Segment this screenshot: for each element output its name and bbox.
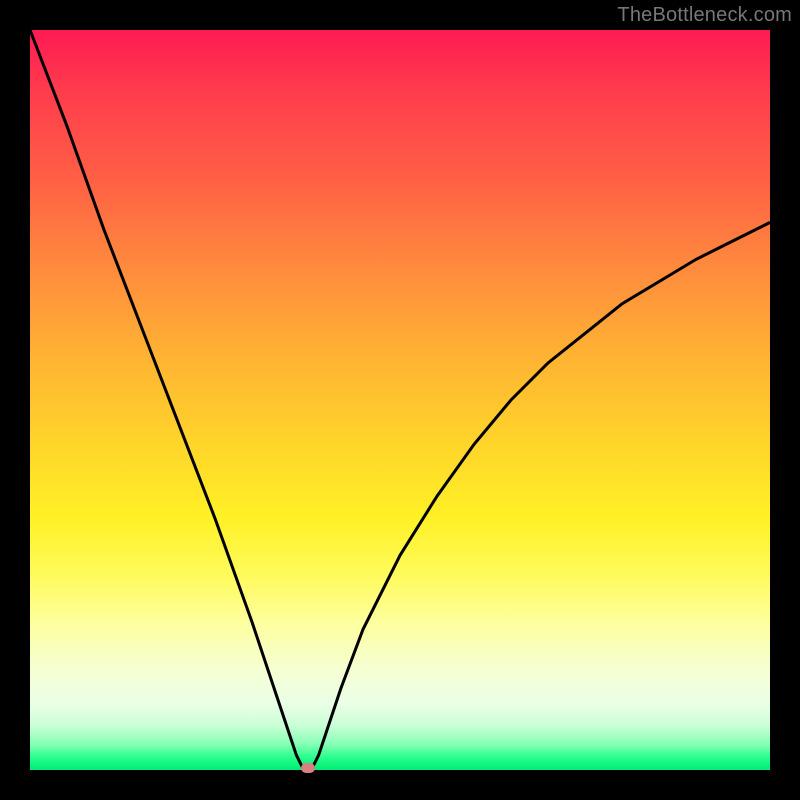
- bottleneck-curve: [30, 30, 770, 770]
- chart-frame: TheBottleneck.com: [0, 0, 800, 800]
- optimum-marker: [301, 763, 315, 773]
- plot-area: [30, 30, 770, 770]
- curve-layer: [30, 30, 770, 770]
- watermark-text: TheBottleneck.com: [617, 4, 792, 27]
